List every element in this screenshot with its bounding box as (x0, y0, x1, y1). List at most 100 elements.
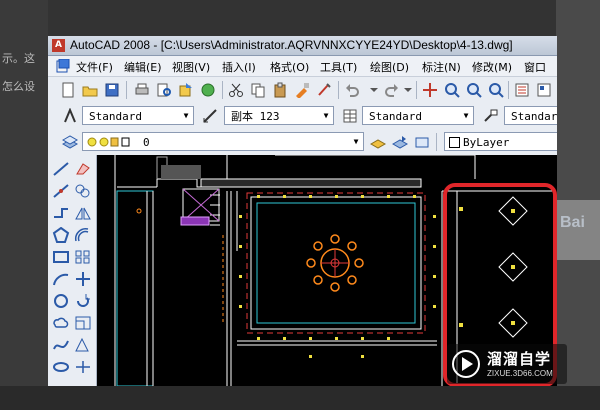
make-current-layer-icon[interactable] (370, 134, 386, 150)
layer-state-icons (87, 137, 130, 147)
copy-icon[interactable] (250, 82, 266, 98)
chevron-down-icon: ▼ (353, 137, 359, 146)
separator (222, 81, 223, 99)
arc-tool-icon[interactable] (52, 271, 70, 287)
move-tool-icon[interactable] (74, 271, 92, 287)
paste-icon[interactable] (272, 82, 288, 98)
polygon-tool-icon[interactable] (52, 227, 70, 243)
backdrop-top (0, 0, 600, 36)
layer-states-icon[interactable] (414, 134, 430, 150)
play-logo-icon (452, 350, 480, 378)
separator (126, 81, 127, 99)
undo-icon[interactable] (344, 82, 360, 98)
text-style-icon[interactable] (62, 108, 78, 124)
window-title: AutoCAD 2008 - [C:\Users\Administrator.A… (70, 38, 513, 52)
layer-name-value: 0 (143, 136, 150, 149)
watermark-brand: 溜溜自学 (487, 350, 552, 368)
copy-object-icon[interactable] (74, 183, 92, 199)
construction-line-icon[interactable] (52, 183, 70, 199)
redo-dropdown-icon[interactable] (400, 82, 416, 98)
table-style-icon[interactable] (342, 108, 358, 124)
menu-window[interactable]: 窗口 (524, 59, 546, 75)
draw-modify-toolbars (48, 155, 97, 386)
circle-tool-icon[interactable] (52, 293, 70, 309)
dimension-style-select[interactable]: 副本 123 ▼ (224, 106, 334, 125)
separator (436, 133, 437, 151)
offset-tool-icon[interactable] (74, 227, 92, 243)
redo-icon[interactable] (384, 82, 400, 98)
marker-point (136, 208, 142, 214)
properties-icon[interactable] (514, 82, 530, 98)
trim-tool-icon[interactable] (74, 359, 92, 375)
zoom-window-icon[interactable] (466, 82, 482, 98)
dimension-style-icon[interactable] (202, 108, 218, 124)
erase-tool-icon[interactable] (74, 161, 92, 177)
stretch-tool-icon[interactable] (74, 337, 92, 353)
chevron-down-icon: ▼ (183, 111, 189, 120)
menu-bar: 文件(F) 编辑(E) 视图(V) 插入(I) 格式(O) 工具(T) 绘图(D… (48, 56, 557, 77)
polyline-tool-icon[interactable] (52, 205, 70, 221)
layer-previous-icon[interactable] (392, 134, 408, 150)
menu-dimension[interactable]: 标注(N) (422, 59, 461, 75)
pan-icon[interactable] (422, 82, 438, 98)
mirror-tool-icon[interactable] (74, 205, 92, 221)
multileader-style-icon[interactable] (482, 108, 498, 124)
text-style-select[interactable]: Standard ▼ (82, 106, 194, 125)
backdrop-text-right: Bai (560, 214, 585, 231)
backdrop-bottom (0, 386, 600, 410)
globe-icon[interactable] (200, 82, 216, 98)
layer-properties-icon[interactable] (62, 134, 78, 150)
save-icon[interactable] (104, 82, 120, 98)
array-tool-icon[interactable] (74, 249, 92, 265)
color-value: ByLayer (463, 136, 510, 149)
zoom-previous-icon[interactable] (488, 82, 504, 98)
multileader-style-value: Standar (511, 110, 557, 123)
zoom-realtime-icon[interactable] (444, 82, 460, 98)
new-file-icon[interactable] (60, 82, 76, 98)
text-style-value: Standard (89, 110, 142, 123)
cut-icon[interactable] (228, 82, 244, 98)
print-icon[interactable] (134, 82, 150, 98)
design-center-icon[interactable] (536, 82, 552, 98)
menu-modify[interactable]: 修改(M) (472, 59, 512, 75)
plot-preview-icon[interactable] (156, 82, 172, 98)
rectangle-tool-icon[interactable] (52, 249, 70, 265)
rotate-tool-icon[interactable] (74, 293, 92, 309)
document-icon[interactable] (56, 59, 70, 73)
main-room (237, 192, 437, 346)
menu-format[interactable]: 格式(O) (270, 59, 309, 75)
block-editor-icon[interactable] (316, 82, 332, 98)
chevron-down-icon: ▼ (323, 111, 329, 120)
menu-insert[interactable]: 插入(I) (222, 59, 256, 75)
separator (338, 81, 339, 99)
menu-edit[interactable]: 编辑(E) (124, 59, 162, 75)
menu-file[interactable]: 文件(F) (76, 59, 113, 75)
scale-tool-icon[interactable] (74, 315, 92, 331)
standard-toolbar (48, 77, 557, 104)
color-select[interactable]: ByLayer (444, 132, 557, 151)
layer-select[interactable]: 0 ▼ (82, 132, 364, 151)
separator (416, 81, 417, 99)
spline-tool-icon[interactable] (52, 337, 70, 353)
watermark-url: ZIXUE.3D66.COM (487, 369, 553, 378)
menu-draw[interactable]: 绘图(D) (370, 59, 409, 75)
layers-toolbar: 0 ▼ ByLayer (48, 129, 557, 156)
menu-view[interactable]: 视图(V) (172, 59, 210, 75)
partition-wall (226, 191, 232, 386)
chevron-down-icon: ▼ (463, 111, 469, 120)
menu-tools[interactable]: 工具(T) (320, 59, 357, 75)
autocad-logo-icon: A (52, 39, 65, 52)
open-folder-icon[interactable] (82, 82, 98, 98)
publish-icon[interactable] (178, 82, 194, 98)
revision-cloud-icon[interactable] (52, 315, 70, 331)
autocad-window: A AutoCAD 2008 - [C:\Users\Administrator… (48, 36, 557, 386)
backdrop-text-1: 示。这 (2, 52, 35, 65)
table-style-select[interactable]: Standard ▼ (362, 106, 474, 125)
ellipse-tool-icon[interactable] (52, 359, 70, 375)
multileader-style-select[interactable]: Standar (504, 106, 557, 125)
match-properties-icon[interactable] (294, 82, 310, 98)
line-tool-icon[interactable] (52, 161, 70, 177)
undo-dropdown-icon[interactable] (366, 82, 382, 98)
closet (180, 188, 220, 226)
title-bar[interactable]: A AutoCAD 2008 - [C:\Users\Administrator… (48, 36, 557, 56)
